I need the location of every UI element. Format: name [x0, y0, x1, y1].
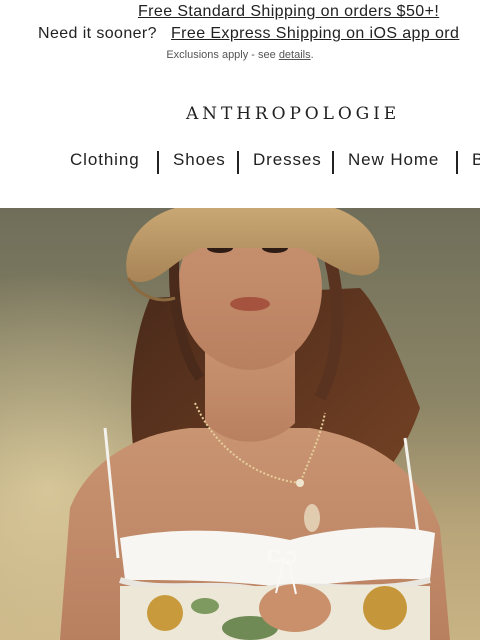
free-standard-shipping-link[interactable]: Free Standard Shipping on orders $50+!: [138, 3, 439, 21]
promo-banner-line-2: Need it sooner? Free Express Shipping on…: [0, 25, 480, 45]
hero-photo-illustration: [0, 208, 480, 640]
brand-logo-text: ANTHROPOLOGIE: [186, 104, 401, 124]
nav-divider: [456, 151, 458, 174]
nav-item-dresses[interactable]: Dresses: [253, 150, 322, 170]
nav-divider: [157, 151, 159, 174]
main-navigation: Clothing Shoes Dresses New Home B: [0, 150, 480, 176]
exclusions-text: Exclusions apply - see: [166, 49, 279, 61]
promo-banner-line-1: Free Standard Shipping on orders $50+!: [0, 3, 480, 23]
nav-divider: [237, 151, 239, 174]
nav-item-new-home[interactable]: New Home: [348, 150, 439, 170]
details-link[interactable]: details: [279, 49, 311, 61]
need-it-sooner-text: Need it sooner?: [38, 25, 157, 42]
nav-item-truncated[interactable]: B: [472, 150, 480, 170]
nav-item-shoes[interactable]: Shoes: [173, 150, 226, 170]
free-express-shipping-link[interactable]: Free Express Shipping on iOS app ord: [171, 25, 459, 43]
brand-logo[interactable]: ANTHROPOLOGIE: [186, 104, 426, 128]
hero-image[interactable]: [0, 208, 480, 640]
exclusions-period: .: [310, 49, 314, 61]
nav-divider: [332, 151, 334, 174]
exclusions-note: Exclusions apply - see details.: [0, 49, 480, 61]
nav-item-clothing[interactable]: Clothing: [70, 150, 140, 170]
